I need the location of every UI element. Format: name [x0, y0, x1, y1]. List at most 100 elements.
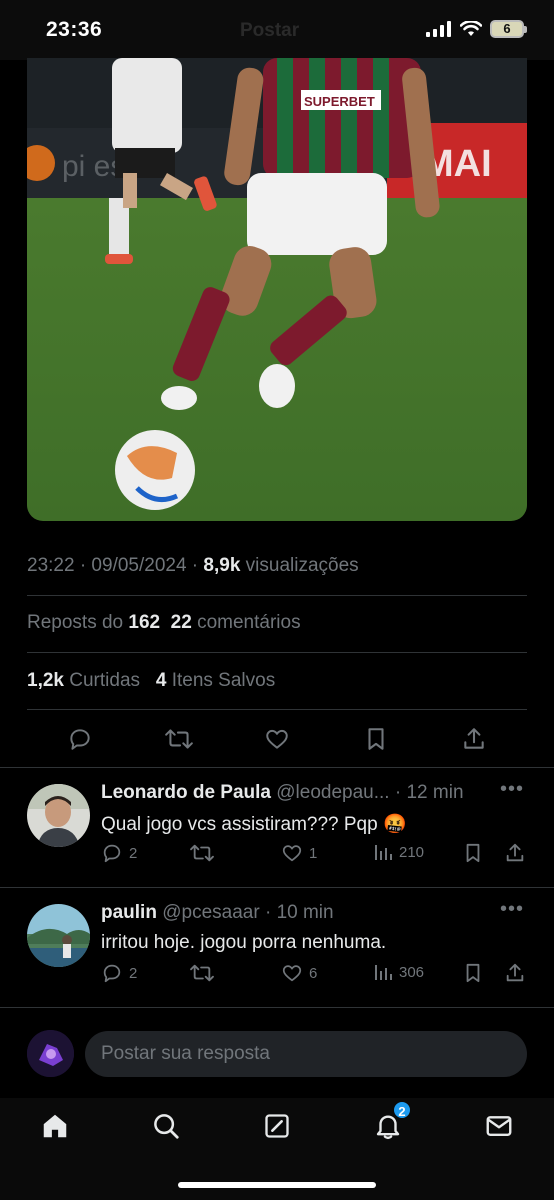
bookmark-icon [466, 963, 480, 983]
reply-views-button[interactable]: 210 [373, 842, 424, 862]
reply-header: paulin @pcesaaar · 10 min [101, 902, 334, 924]
avatar[interactable] [27, 784, 90, 847]
reply-repost-button[interactable] [189, 842, 215, 864]
reply-count: 2 [129, 844, 138, 862]
home-indicator [178, 1182, 376, 1188]
tab-messages[interactable] [479, 1106, 519, 1146]
more-icon[interactable]: ••• [500, 778, 524, 801]
reply-icon [103, 964, 121, 983]
status-time: 23:36 [46, 18, 103, 41]
repost-icon [190, 844, 214, 862]
grok-icon [265, 1114, 289, 1138]
reply-author-handle[interactable]: @pcesaaar [162, 902, 259, 923]
like-icon [266, 729, 288, 749]
avatar[interactable] [27, 904, 90, 967]
post-actions [27, 716, 527, 762]
views-count: 210 [399, 843, 425, 861]
reply-author-name[interactable]: Leonardo de Paula [101, 782, 271, 803]
share-button[interactable] [459, 724, 489, 754]
divider [27, 709, 527, 710]
like-icon [282, 965, 302, 982]
reply-text: irritou hoje. jogou porra nenhuma. [101, 932, 387, 953]
views-icon [375, 845, 392, 860]
bottom-tab-bar: 2 [0, 1098, 554, 1200]
repost-button[interactable] [164, 724, 194, 754]
reply-icon [103, 844, 121, 863]
bookmark-icon [466, 843, 480, 863]
saves-count: 4 [155, 670, 167, 691]
post-counts-row[interactable]: Reposts do 162 22 comentários [27, 612, 301, 634]
reply-actions: 2 6 306 [101, 962, 526, 988]
likes-count: 1,2k [27, 670, 64, 691]
messages-icon [486, 1116, 512, 1136]
like-icon [282, 845, 302, 862]
reply-bookmark-button[interactable] [463, 842, 483, 864]
battery-indicator: 6 [490, 20, 527, 38]
divider [0, 1007, 554, 1008]
repost-icon [190, 964, 214, 982]
reply-header: Leonardo de Paula @leodepau... · 12 min [101, 782, 464, 804]
post-image[interactable]: MAI pi ess SUPERBET [27, 58, 527, 521]
comments-label: comentários [191, 612, 301, 633]
reply-button[interactable] [65, 724, 95, 754]
share-icon [506, 843, 524, 862]
reply-views-button[interactable]: 306 [373, 962, 424, 982]
jersey-sponsor: SUPERBET [304, 94, 375, 109]
more-icon[interactable]: ••• [500, 898, 524, 921]
reply-share-button[interactable] [504, 842, 526, 864]
reply-text: Qual jogo vcs assistiram??? Pqp 🤬 [101, 814, 407, 835]
reply-reply-button[interactable]: 2 [101, 962, 137, 984]
share-icon [506, 963, 524, 982]
tab-notifications[interactable]: 2 [368, 1100, 412, 1146]
comments-count: 22 [170, 612, 192, 633]
wifi-icon [460, 21, 482, 36]
saves-label: Itens Salvos [166, 670, 276, 691]
post-engagement-row[interactable]: 1,2k Curtidas 4 Itens Salvos [27, 670, 275, 692]
tab-search[interactable] [146, 1106, 186, 1146]
reply-input[interactable] [85, 1031, 527, 1077]
likes-label: Curtidas [63, 670, 141, 691]
reply-count: 2 [129, 964, 138, 982]
like-count: 1 [309, 844, 318, 862]
tab-home[interactable] [35, 1106, 75, 1146]
divider [0, 887, 554, 888]
post-timestamp: 23:22 · 09/05/2024 · [27, 555, 204, 576]
divider [27, 595, 527, 596]
bookmark-button[interactable] [361, 724, 391, 754]
divider [27, 652, 527, 653]
bookmark-icon [367, 728, 384, 750]
reply-author-name[interactable]: paulin [101, 902, 157, 923]
repost-icon [164, 729, 193, 749]
status-bar: 23:36 Postar 6 [0, 0, 554, 60]
like-button[interactable] [262, 724, 292, 754]
tab-grok[interactable] [257, 1106, 297, 1146]
reply-like-button[interactable]: 1 [281, 842, 317, 864]
post-timestamp-row: 23:22 · 09/05/2024 · 8,9k visualizações [27, 555, 359, 577]
reply-share-button[interactable] [504, 962, 526, 984]
divider [0, 767, 554, 768]
search-icon [154, 1114, 179, 1139]
reply-bookmark-button[interactable] [463, 962, 483, 984]
my-avatar[interactable] [27, 1030, 74, 1077]
reposts-label: Reposts do [27, 612, 129, 633]
reply-reply-button[interactable]: 2 [101, 842, 137, 864]
reply-composer [0, 1018, 554, 1098]
signal-icon [426, 21, 451, 37]
share-icon [464, 728, 484, 749]
reply-author-handle[interactable]: @leodepau... [276, 782, 389, 803]
header-title-ghost: Postar [240, 20, 300, 41]
reply-repost-button[interactable] [189, 962, 215, 984]
reposts-count: 162 [128, 612, 161, 633]
reply-actions: 2 1 210 [101, 842, 526, 868]
reply-item[interactable]: Leonardo de Paula @leodepau... · 12 min … [0, 778, 554, 882]
views-count: 306 [399, 963, 425, 981]
reply-like-button[interactable]: 6 [281, 962, 317, 984]
status-icons: 6 [426, 20, 527, 38]
football-photo: MAI pi ess SUPERBET [27, 58, 527, 521]
reply-item[interactable]: paulin @pcesaaar · 10 min ••• irritou ho… [0, 898, 554, 1002]
notifications-badge: 2 [392, 1100, 412, 1120]
reply-time: · 10 min [259, 902, 334, 923]
home-icon [43, 1114, 67, 1138]
views-label: visualizações [240, 555, 359, 576]
views-count: 8,9k [203, 555, 241, 576]
